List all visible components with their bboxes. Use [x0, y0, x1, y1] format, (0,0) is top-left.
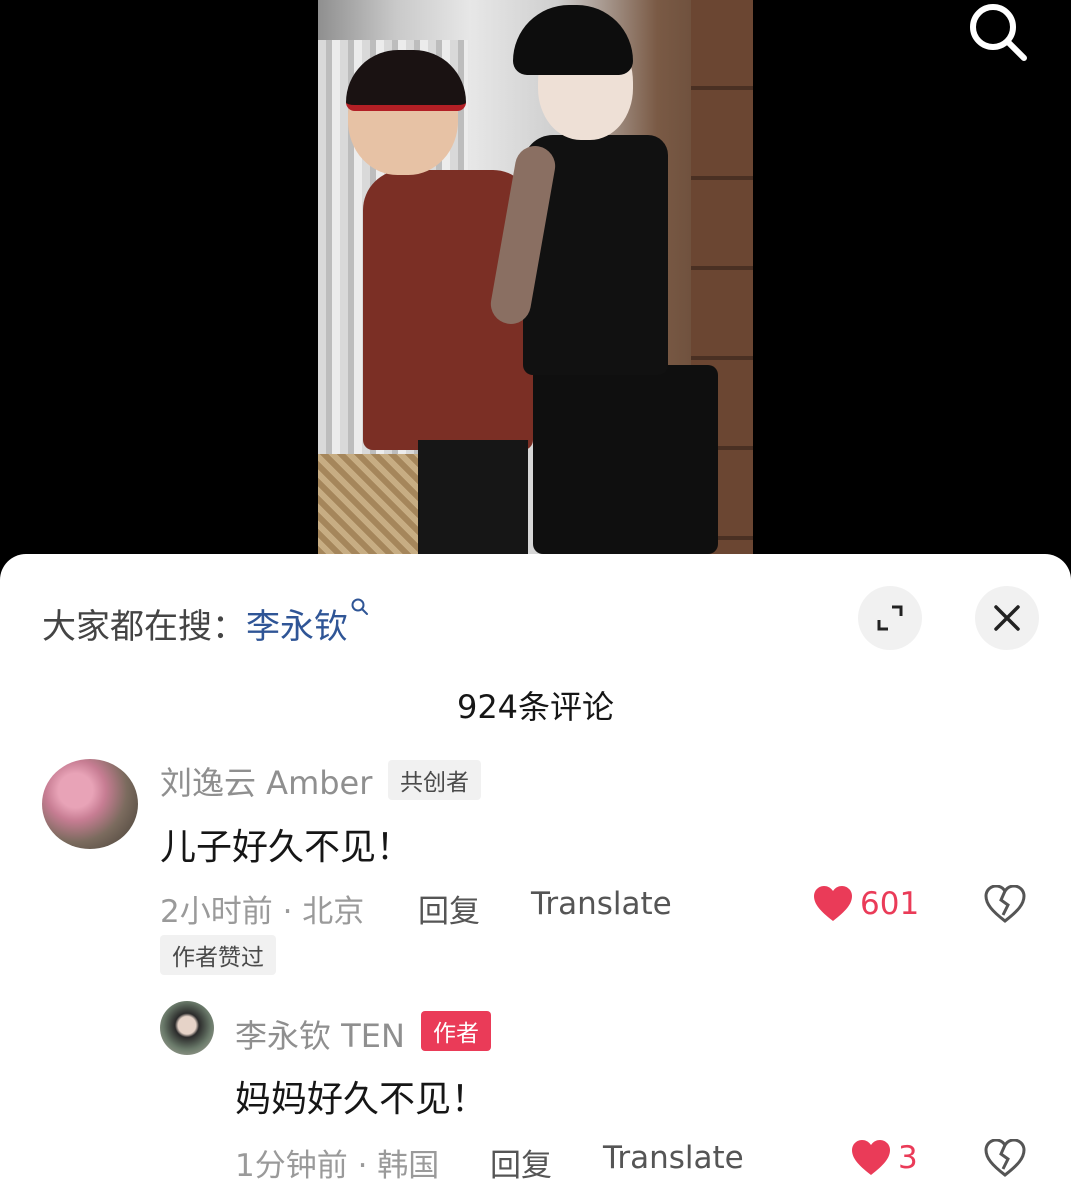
trending-keyword-link[interactable]: 李永钦 — [246, 598, 370, 648]
expand-button[interactable] — [858, 586, 922, 650]
search-button[interactable] — [962, 0, 1032, 70]
heart-filled-icon — [852, 1140, 890, 1175]
reply-like-count: 3 — [898, 1140, 918, 1176]
comments-sheet: 大家都在搜： 李永钦 924条评论 刘逸云 Amber 共创者 儿子好久不见！ … — [0, 554, 1071, 1200]
reply-like-button[interactable]: 3 — [850, 1139, 918, 1177]
reply-reply-button[interactable]: 回复 — [490, 1140, 552, 1185]
trending-keyword: 李永钦 — [246, 607, 348, 647]
dislike-button[interactable] — [984, 884, 1026, 927]
video-area[interactable] — [0, 0, 1071, 560]
trending-search: 大家都在搜： 李永钦 — [42, 598, 370, 648]
video-frame — [318, 0, 753, 554]
person-right-hair — [513, 5, 633, 75]
comment-meta: 2小时前 · 北京 — [160, 894, 365, 930]
close-icon — [994, 605, 1020, 631]
translate-button[interactable]: Translate — [531, 886, 672, 922]
broken-heart-icon — [984, 1138, 1026, 1177]
reply-translate-button[interactable]: Translate — [603, 1140, 744, 1176]
expand-icon — [877, 605, 903, 631]
reply-dislike-button[interactable] — [984, 1138, 1026, 1181]
like-button[interactable]: 601 — [812, 885, 919, 923]
search-icon — [970, 4, 1027, 61]
person-left-pants — [418, 440, 528, 554]
cocreator-badge: 共创者 — [388, 760, 481, 800]
author-badge: 作者 — [421, 1011, 491, 1051]
reply-text: 妈妈好久不见！ — [235, 1079, 488, 1120]
reply-button[interactable]: 回复 — [418, 886, 480, 931]
reply-meta: 1分钟前 · 韩国 — [235, 1148, 440, 1184]
like-count: 601 — [860, 886, 920, 922]
comment-count: 924条评论 — [456, 688, 615, 726]
comment-text: 儿子好久不见！ — [160, 827, 413, 868]
avatar[interactable] — [42, 759, 138, 849]
trending-prefix: 大家都在搜： — [42, 607, 246, 647]
small-search-icon — [351, 598, 368, 615]
close-button[interactable] — [975, 586, 1039, 650]
heart-filled-icon — [814, 886, 852, 921]
reply-avatar[interactable] — [160, 1001, 214, 1055]
comment-author[interactable]: 刘逸云 Amber — [160, 758, 372, 804]
person-right-pants — [533, 365, 718, 554]
reply-author[interactable]: 李永钦 TEN — [235, 1011, 405, 1057]
author-liked-tag: 作者赞过 — [160, 935, 276, 975]
broken-heart-icon — [984, 884, 1026, 923]
